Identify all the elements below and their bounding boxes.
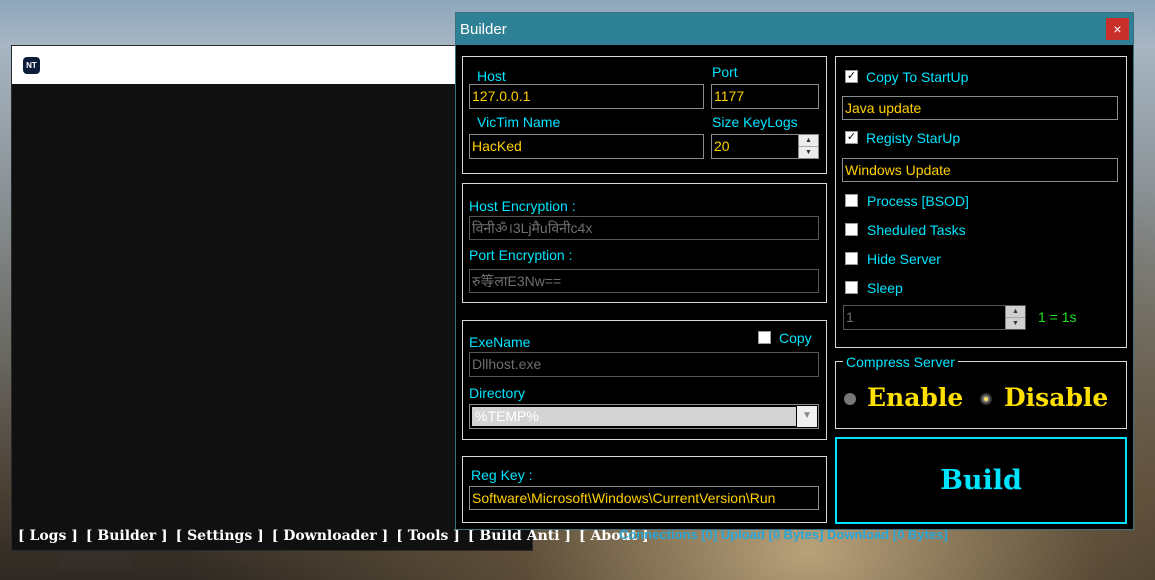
menu-tools[interactable]: [ Tools ]: [396, 528, 460, 544]
main-titlebar: NT: [12, 46, 532, 84]
process-bsod-checkbox[interactable]: [845, 194, 858, 207]
disable-label: Disable: [1004, 383, 1109, 412]
keylogs-size-label: Size KeyLogs: [712, 114, 798, 130]
main-menu: [ Logs ] [ Builder ] [ Settings ] [ Downloa…: [18, 528, 657, 544]
sleep-hint: 1 = 1s: [1038, 309, 1077, 325]
directory-label: Directory: [469, 385, 526, 401]
copy-startup-label: Copy To StartUp: [866, 69, 969, 85]
menu-build-anti[interactable]: [ Build Anti ]: [468, 528, 571, 544]
enable-radio[interactable]: [844, 393, 856, 405]
copy-startup-checkbox[interactable]: ✓: [845, 70, 858, 83]
victim-name-input[interactable]: HacKed: [469, 134, 704, 159]
builder-window: Builder × Host 127.0.0.1 Port 1177 VicTi…: [455, 12, 1134, 530]
keylogs-spinner[interactable]: ▲ ▼: [798, 135, 818, 158]
builder-titlebar[interactable]: Builder ×: [456, 13, 1133, 45]
registry-startup-input[interactable]: Windows Update: [842, 158, 1118, 182]
sleep-input: 1: [843, 305, 1026, 330]
victim-name-label: VicTim Name: [477, 114, 561, 130]
host-input[interactable]: 127.0.0.1: [469, 84, 704, 109]
exename-field: Dllhost.exe: [469, 352, 819, 377]
copy-checkbox[interactable]: [758, 331, 771, 344]
regkey-label: Reg Key :: [471, 467, 533, 483]
disable-radio[interactable]: [980, 393, 992, 405]
menu-settings[interactable]: [ Settings ]: [176, 528, 264, 544]
hide-server-checkbox[interactable]: [845, 252, 858, 265]
registry-startup-checkbox[interactable]: ✓: [845, 131, 858, 144]
port-encryption-field: रु等लाE3Nw==: [469, 269, 819, 293]
spin-down-icon: ▼: [1012, 319, 1019, 327]
build-button[interactable]: Build: [835, 437, 1127, 524]
builder-title: Builder: [460, 21, 507, 38]
spin-up-icon[interactable]: ▲: [799, 135, 818, 147]
directory-value: %TEMP%: [472, 407, 796, 426]
spin-up-icon: ▲: [1006, 306, 1025, 318]
hide-server-label: Hide Server: [867, 251, 941, 267]
sleep-label: Sleep: [867, 280, 903, 296]
spin-down-icon[interactable]: ▼: [799, 147, 818, 159]
menu-logs[interactable]: [ Logs ]: [18, 528, 78, 544]
menu-builder[interactable]: [ Builder ]: [86, 528, 168, 544]
host-label: Host: [477, 68, 506, 84]
port-label: Port: [712, 64, 738, 80]
port-input[interactable]: 1177: [711, 84, 819, 109]
close-button[interactable]: ×: [1106, 18, 1129, 40]
directory-dropdown[interactable]: %TEMP% ▼: [469, 404, 819, 429]
host-encryption-field: विनीॐ।3Ljमैuविनीc4x: [469, 216, 819, 240]
sleep-checkbox[interactable]: [845, 281, 858, 294]
copy-label: Copy: [779, 330, 812, 346]
menu-downloader[interactable]: [ Downloader ]: [272, 528, 389, 544]
registry-startup-label: Registy StarUp: [866, 130, 961, 146]
chevron-down-icon[interactable]: ▼: [797, 406, 817, 427]
exename-label: ExeName: [469, 334, 531, 350]
port-encryption-label: Port Encryption :: [469, 247, 573, 263]
sleep-spinner: ▲ ▼: [1005, 306, 1025, 329]
host-encryption-label: Host Encryption :: [469, 198, 576, 214]
regkey-input[interactable]: Software\Microsoft\Windows\CurrentVersio…: [469, 486, 819, 510]
app-logo-icon: NT: [23, 57, 40, 74]
compress-label: Compress Server: [843, 354, 958, 370]
process-bsod-label: Process [BSOD]: [867, 193, 969, 209]
scheduled-tasks-label: Sheduled Tasks: [867, 222, 966, 238]
copy-startup-input[interactable]: Java update: [842, 96, 1118, 120]
enable-label: Enable: [867, 383, 964, 412]
scheduled-tasks-checkbox[interactable]: [845, 223, 858, 236]
